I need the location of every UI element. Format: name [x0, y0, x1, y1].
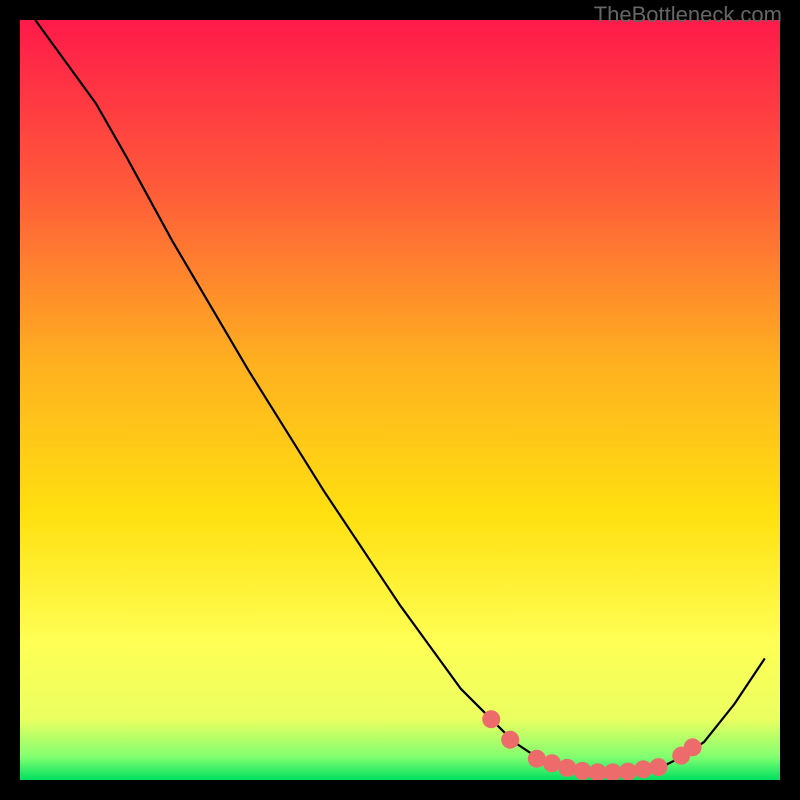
data-marker [649, 758, 667, 776]
data-marker [558, 759, 576, 777]
data-marker [684, 738, 702, 756]
data-marker [543, 754, 561, 772]
data-marker [573, 762, 591, 780]
data-marker [634, 760, 652, 778]
watermark-text: TheBottleneck.com [594, 2, 782, 28]
plot-area [20, 20, 780, 780]
chart-svg [20, 20, 780, 780]
data-marker [501, 731, 519, 749]
gradient-background [20, 20, 780, 780]
data-marker [619, 763, 637, 780]
chart-container: TheBottleneck.com [0, 0, 800, 800]
data-marker [482, 710, 500, 728]
data-marker [528, 750, 546, 768]
